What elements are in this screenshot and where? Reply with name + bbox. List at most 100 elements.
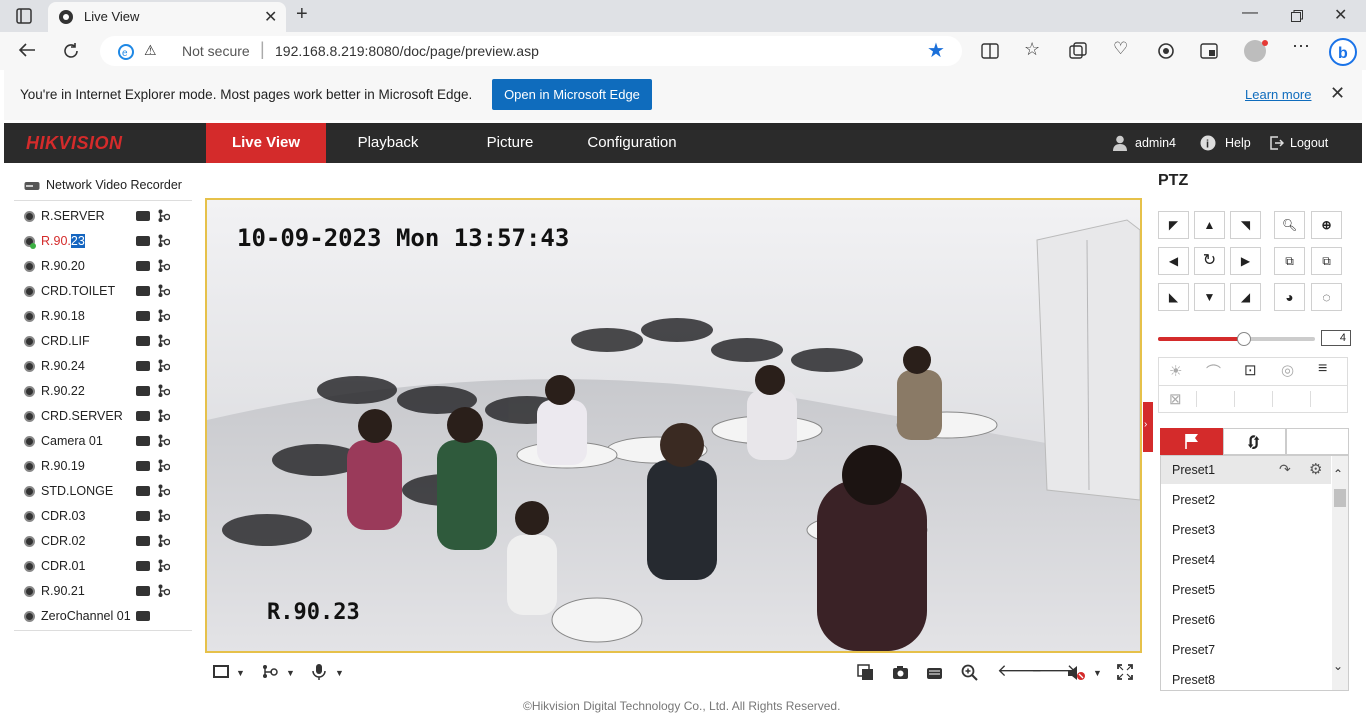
open-in-edge-button[interactable]: Open in Microsoft Edge — [492, 79, 652, 110]
lens-init-icon[interactable]: ◎ — [1281, 361, 1294, 379]
ptz-down-right-button[interactable]: ◢ — [1230, 283, 1261, 311]
nav-live-view[interactable]: Live View — [206, 123, 326, 163]
set-preset-icon[interactable]: ⚙ — [1309, 460, 1322, 478]
more-menu-icon[interactable]: ≡ — [1318, 360, 1327, 378]
browser-tab[interactable]: Live View ✕ — [48, 2, 286, 32]
stop-all-icon[interactable] — [857, 664, 874, 681]
help-icon[interactable]: i — [1200, 135, 1216, 151]
start-recording-icon[interactable] — [136, 611, 150, 621]
stream-settings-icon[interactable] — [158, 434, 170, 448]
ie-mode-icon[interactable]: e — [118, 44, 134, 60]
ptz-collapse-arrow-icon[interactable]: › — [1144, 419, 1147, 430]
camera-item[interactable]: Camera 01 — [24, 430, 170, 452]
volume-muted-icon[interactable] — [1067, 665, 1087, 681]
favorites-icon[interactable]: ☆ — [1024, 39, 1040, 60]
minimize-icon[interactable]: — — [1242, 4, 1258, 22]
stream-settings-icon[interactable] — [158, 259, 170, 273]
window-close-icon[interactable]: ✕ — [1334, 5, 1347, 25]
stream-settings-icon[interactable] — [158, 584, 170, 598]
ptz-auto-pan-button[interactable]: ↻ — [1194, 247, 1225, 275]
auxiliary-focus-icon[interactable]: ⊡ — [1244, 361, 1257, 379]
camera-item[interactable]: R.90.22 — [24, 380, 170, 402]
camera-item[interactable]: R.90.20 — [24, 255, 170, 277]
stream-dropdown-icon[interactable]: ▼ — [286, 668, 295, 678]
stream-settings-icon[interactable] — [158, 309, 170, 323]
collections-icon[interactable] — [1069, 42, 1087, 60]
stream-settings-icon[interactable] — [158, 384, 170, 398]
stream-settings-icon[interactable] — [158, 234, 170, 248]
start-recording-icon[interactable] — [136, 286, 150, 296]
preset-item[interactable]: Preset7 — [1162, 635, 1332, 665]
split-screen-icon[interactable] — [981, 43, 999, 59]
nav-configuration[interactable]: Configuration — [570, 123, 694, 163]
start-recording-icon[interactable] — [136, 561, 150, 571]
preset-scrollbar-thumb[interactable] — [1334, 489, 1346, 507]
tab-actions-icon[interactable] — [16, 8, 32, 24]
preset-item[interactable]: Preset2 — [1162, 485, 1332, 515]
window-layout-icon[interactable] — [213, 665, 229, 678]
reading-icon[interactable] — [1200, 42, 1218, 60]
camera-item[interactable]: R.90.21 — [24, 580, 170, 602]
edge-icon[interactable] — [1157, 42, 1175, 60]
speed-value-field[interactable]: 4 — [1321, 330, 1351, 346]
url-text[interactable]: 192.168.8.219:8080/doc/page/preview.asp — [275, 43, 539, 59]
tab-close-icon[interactable]: ✕ — [264, 7, 277, 27]
scroll-down-icon[interactable]: ⌄ — [1333, 659, 1343, 673]
new-tab-icon[interactable]: + — [296, 3, 308, 26]
scroll-up-icon[interactable]: ⌃ — [1333, 467, 1343, 481]
start-recording-icon[interactable] — [136, 261, 150, 271]
focus-far-button[interactable]: ⧉ — [1311, 247, 1342, 275]
camera-item[interactable]: CDR.01 — [24, 555, 170, 577]
nvr-root-label[interactable]: Network Video Recorder — [46, 178, 182, 192]
ptz-left-button[interactable]: ◀ — [1158, 247, 1189, 275]
start-recording-icon[interactable] — [136, 236, 150, 246]
record-icon[interactable] — [926, 665, 943, 680]
restore-icon[interactable] — [1291, 10, 1303, 22]
volume-dropdown-icon[interactable]: ▼ — [1093, 668, 1102, 678]
audio-dropdown-icon[interactable]: ▼ — [335, 668, 344, 678]
camera-item[interactable]: R.90.23 — [24, 230, 170, 252]
camera-item[interactable]: CDR.03 — [24, 505, 170, 527]
preset-item[interactable]: Preset3 — [1162, 515, 1332, 545]
stream-settings-icon[interactable] — [158, 209, 170, 223]
stream-settings-icon[interactable] — [158, 359, 170, 373]
bing-copilot-icon[interactable]: b — [1328, 37, 1358, 67]
preset-item[interactable]: Preset8 — [1162, 665, 1332, 695]
zoom-out-button[interactable]: 🔍︎ — [1274, 211, 1305, 239]
preset-item[interactable]: Preset5 — [1162, 575, 1332, 605]
ptz-up-left-button[interactable]: ◤ — [1158, 211, 1189, 239]
start-recording-icon[interactable] — [136, 386, 150, 396]
ptz-down-left-button[interactable]: ◣ — [1158, 283, 1189, 311]
wiper-icon[interactable]: ⌒ — [1206, 361, 1221, 382]
start-recording-icon[interactable] — [136, 336, 150, 346]
nav-playback[interactable]: Playback — [326, 123, 450, 163]
focus-near-button[interactable]: ⧉ — [1274, 247, 1305, 275]
logout-link[interactable]: Logout — [1290, 136, 1328, 150]
stream-settings-icon[interactable] — [158, 534, 170, 548]
stream-settings-icon[interactable] — [158, 484, 170, 498]
favorite-star-icon[interactable]: ★ — [927, 38, 945, 63]
stream-settings-icon[interactable] — [158, 334, 170, 348]
camera-item[interactable]: R.90.19 — [24, 455, 170, 477]
start-recording-icon[interactable] — [136, 436, 150, 446]
call-preset-icon[interactable]: ↷ — [1279, 461, 1291, 478]
digital-zoom-icon[interactable] — [961, 664, 978, 681]
microphone-icon[interactable] — [312, 663, 326, 681]
preset-item[interactable]: Preset6 — [1162, 605, 1332, 635]
health-icon[interactable]: ♡ — [1113, 39, 1128, 59]
camera-item[interactable]: CRD.TOILET — [24, 280, 170, 302]
back-icon[interactable] — [18, 42, 36, 58]
start-recording-icon[interactable] — [136, 511, 150, 521]
start-recording-icon[interactable] — [136, 411, 150, 421]
manual-tracking-icon[interactable]: ⊠ — [1169, 390, 1182, 408]
stream-settings-icon[interactable] — [158, 409, 170, 423]
camera-item[interactable]: R.90.24 — [24, 355, 170, 377]
stream-settings-icon[interactable] — [158, 284, 170, 298]
stream-settings-icon[interactable] — [158, 509, 170, 523]
ptz-right-button[interactable]: ▶ — [1230, 247, 1261, 275]
camera-item[interactable]: CDR.02 — [24, 530, 170, 552]
zoom-in-button[interactable]: ⊕ — [1311, 211, 1342, 239]
ptz-down-button[interactable]: ▼ — [1194, 283, 1225, 311]
light-icon[interactable]: ☀ — [1169, 362, 1182, 380]
preset-item[interactable]: Preset4 — [1162, 545, 1332, 575]
